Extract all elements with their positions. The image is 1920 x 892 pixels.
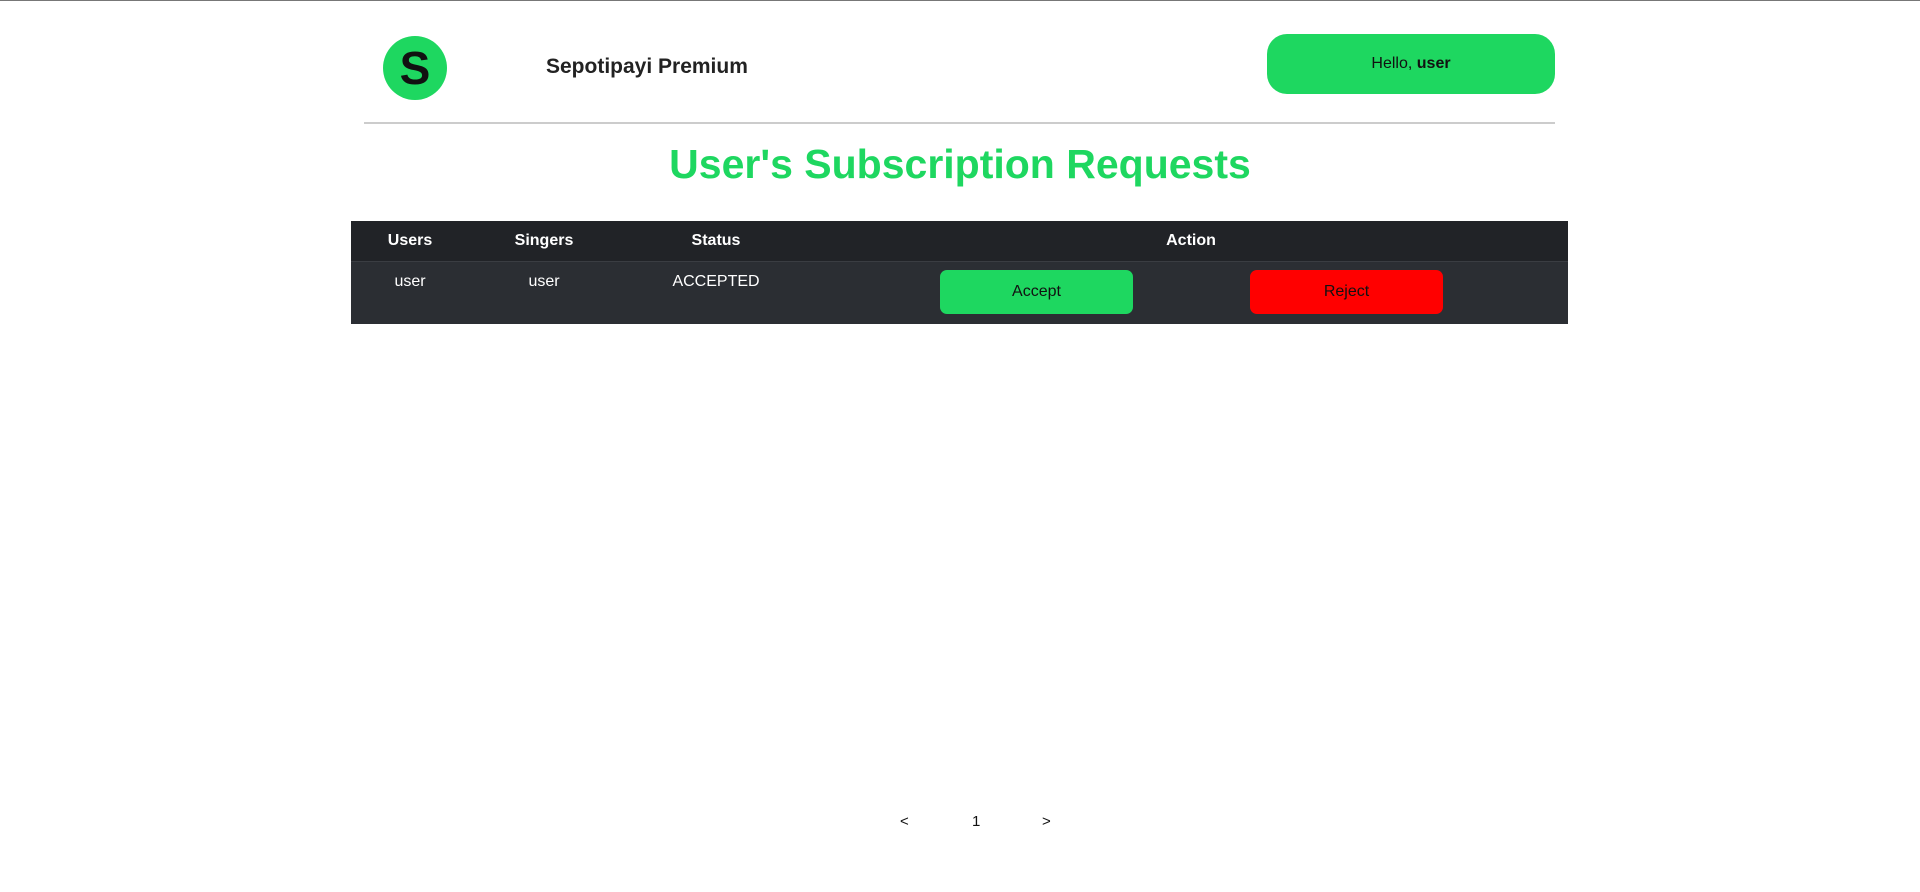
- cell-user: user: [394, 273, 426, 290]
- username: user: [1416, 55, 1451, 72]
- column-header-singers: Singers: [514, 232, 574, 249]
- greeting-text: Hello,: [1371, 55, 1413, 72]
- logo-letter: S: [399, 42, 431, 94]
- cell-status: ACCEPTED: [672, 273, 760, 290]
- reject-button[interactable]: Reject: [1250, 270, 1443, 314]
- column-header-action: Action: [1166, 232, 1216, 249]
- cell-singer: user: [528, 273, 560, 290]
- page-title: User's Subscription Requests: [669, 141, 1251, 187]
- column-header-status: Status: [691, 232, 741, 249]
- brand-title: Sepotipayi Premium: [546, 55, 748, 78]
- divider: [364, 122, 1555, 124]
- pagination-page-1[interactable]: 1: [972, 813, 980, 830]
- table-row: user user ACCEPTED Accept Reject: [351, 261, 1568, 324]
- logo[interactable]: S: [383, 36, 447, 100]
- pagination-next[interactable]: >: [1042, 813, 1051, 830]
- accept-button[interactable]: Accept: [940, 270, 1133, 314]
- requests-table: Users Singers Status Action user user AC…: [351, 221, 1568, 324]
- pagination-prev[interactable]: <: [900, 813, 909, 830]
- user-menu-button[interactable]: Hello, user: [1267, 34, 1555, 94]
- column-header-users: Users: [387, 232, 433, 249]
- table-header: Users Singers Status Action: [351, 221, 1568, 261]
